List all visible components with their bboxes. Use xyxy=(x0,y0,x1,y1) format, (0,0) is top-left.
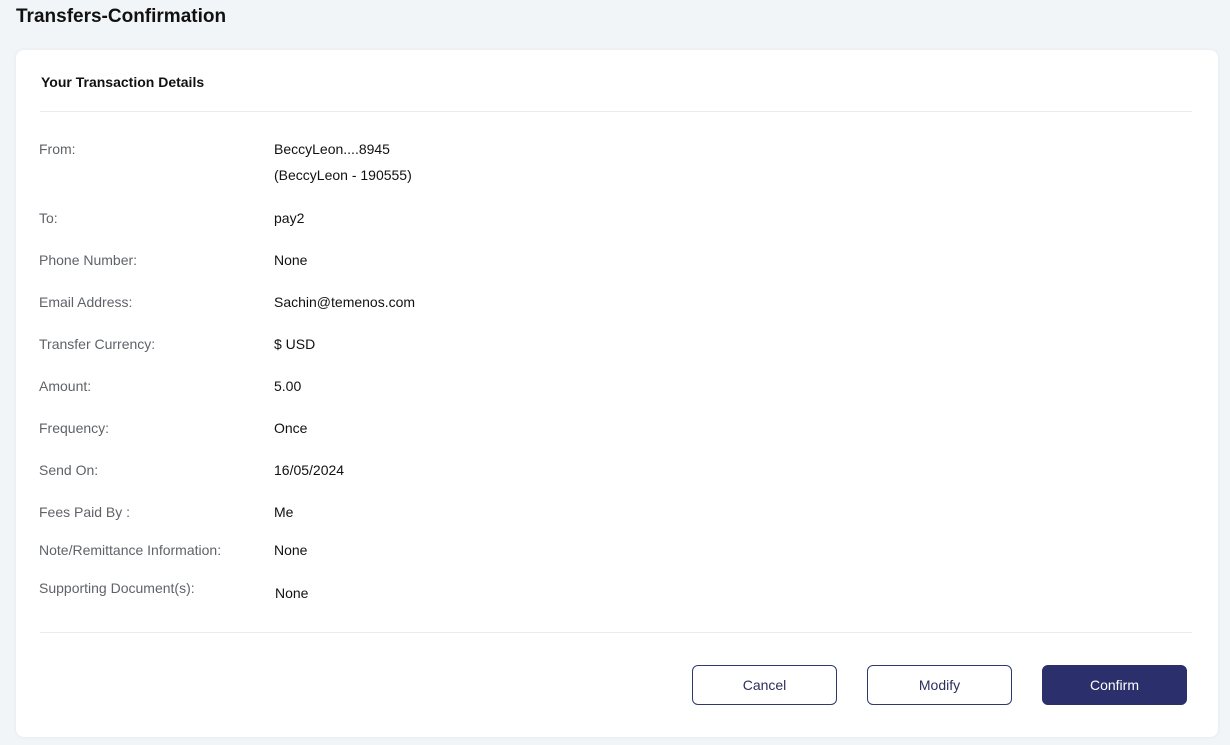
transfer-currency-label: Transfer Currency: xyxy=(39,336,156,352)
frequency-label: Frequency: xyxy=(39,420,110,436)
cancel-button[interactable]: Cancel xyxy=(692,665,837,705)
from-account-value: BeccyLeon....8945 xyxy=(274,141,390,157)
email-address-value: Sachin@temenos.com xyxy=(274,294,416,310)
fees-paid-by-value: Me xyxy=(274,504,294,520)
page-title: Transfers-Confirmation xyxy=(16,6,227,27)
header-divider xyxy=(40,111,1192,112)
fees-paid-by-label: Fees Paid By : xyxy=(39,504,131,520)
transfer-currency-value: $ USD xyxy=(274,336,316,352)
modify-button[interactable]: Modify xyxy=(867,665,1012,705)
note-remittance-value: None xyxy=(274,542,308,558)
to-label: To: xyxy=(39,210,58,226)
amount-label: Amount: xyxy=(39,378,92,394)
footer-divider xyxy=(40,632,1192,633)
phone-number-value: None xyxy=(274,252,308,268)
email-address-label: Email Address: xyxy=(39,294,133,310)
from-account-owner-value: (BeccyLeon - 190555) xyxy=(274,167,412,183)
phone-number-label: Phone Number: xyxy=(39,252,138,268)
note-remittance-label: Note/Remittance Information: xyxy=(39,542,222,558)
frequency-value: Once xyxy=(274,420,308,436)
from-label: From: xyxy=(39,141,76,157)
transaction-details-card: Your Transaction Details From: BeccyLeon… xyxy=(16,50,1218,737)
supporting-documents-value: None xyxy=(275,585,309,601)
send-on-label: Send On: xyxy=(39,462,99,478)
amount-value: 5.00 xyxy=(274,378,302,394)
to-value: pay2 xyxy=(274,210,305,226)
confirm-button[interactable]: Confirm xyxy=(1042,665,1187,705)
card-header: Your Transaction Details xyxy=(41,74,205,90)
supporting-documents-label: Supporting Document(s): xyxy=(39,580,195,596)
send-on-value: 16/05/2024 xyxy=(274,462,345,478)
